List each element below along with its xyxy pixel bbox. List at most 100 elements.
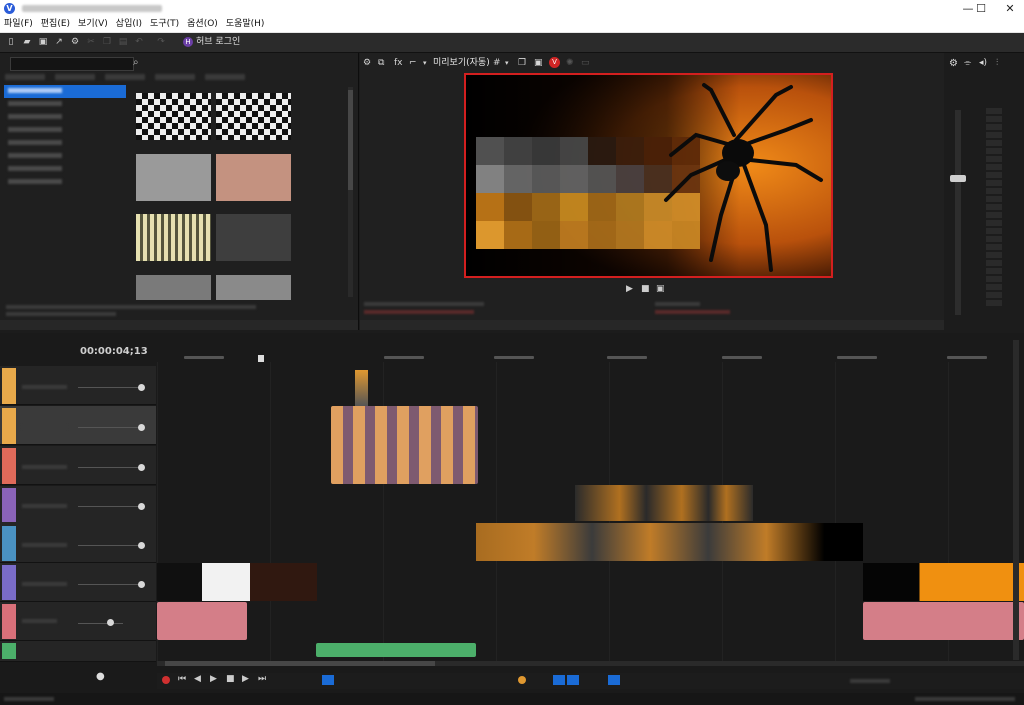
slider-knob[interactable] — [138, 542, 145, 549]
pattern-thumbnail[interactable] — [216, 275, 291, 300]
library-scroll-thumb[interactable] — [348, 90, 353, 190]
speaker-icon[interactable]: ◂) — [979, 58, 987, 68]
timeline-scroll-thumb[interactable] — [165, 661, 435, 666]
menu-view[interactable]: 보기(V) — [74, 17, 112, 32]
library-tabs[interactable] — [5, 73, 355, 83]
timeline-clip[interactable] — [575, 485, 753, 521]
pattern-thumbnail[interactable] — [136, 275, 211, 300]
gear-icon[interactable]: ⚙ — [949, 58, 958, 69]
save-icon[interactable]: ▣ — [38, 36, 48, 48]
timeline-clip[interactable] — [157, 563, 317, 601]
list-item[interactable] — [4, 150, 126, 163]
timeline-clip[interactable] — [863, 602, 1024, 640]
list-item[interactable] — [4, 124, 126, 137]
crop-icon[interactable]: ⌐ — [409, 57, 417, 69]
playhead-marker[interactable] — [258, 355, 264, 362]
sun-icon[interactable]: ✺ — [566, 57, 574, 69]
menu-options[interactable]: 옵션(O) — [183, 17, 222, 32]
export-icon[interactable]: ↗ — [54, 36, 64, 48]
copy-frame-icon[interactable]: ❐ — [518, 57, 526, 69]
cut-icon[interactable]: ✂ — [86, 36, 96, 48]
timeline-clip[interactable] — [316, 643, 476, 657]
close-button[interactable]: ✕ — [996, 0, 1024, 17]
menu-file[interactable]: 파일(F) — [0, 17, 37, 32]
chevron-down-icon[interactable]: ▾ — [505, 57, 509, 69]
zoom-icon[interactable]: ● — [96, 671, 105, 682]
rewind-icon[interactable]: ⏮ — [178, 674, 186, 684]
new-file-icon[interactable]: ▯ — [6, 36, 16, 48]
gear-icon[interactable]: ⚙ — [363, 57, 371, 69]
pattern-thumbnail[interactable] — [136, 154, 211, 201]
menu-tools[interactable]: 도구(T) — [146, 17, 183, 32]
timeline-ruler[interactable] — [157, 350, 1024, 360]
redo-icon[interactable]: ↷ — [156, 36, 166, 48]
record-icon[interactable]: V — [549, 57, 560, 68]
open-folder-icon[interactable]: ▰ — [22, 36, 32, 48]
track-opacity-slider[interactable] — [78, 506, 143, 507]
chevron-down-icon[interactable]: ▾ — [423, 57, 427, 69]
track-opacity-slider[interactable] — [78, 545, 143, 546]
mode-button[interactable] — [322, 675, 334, 685]
timeline-clip[interactable] — [476, 523, 863, 561]
track-opacity-slider[interactable] — [78, 467, 143, 468]
snapshot-small-icon[interactable]: ▣ — [656, 284, 665, 294]
settings-icon[interactable]: ⚙ — [70, 36, 80, 48]
fast-forward-icon[interactable]: ⏭ — [258, 674, 266, 684]
mode-button[interactable] — [567, 675, 579, 685]
slider-knob[interactable] — [138, 503, 145, 510]
list-item[interactable] — [4, 137, 126, 150]
pattern-thumbnail[interactable] — [216, 214, 291, 261]
library-bottom-tabs[interactable] — [0, 320, 358, 330]
list-item[interactable] — [4, 111, 126, 124]
copy-icon[interactable]: ❐ — [102, 36, 112, 48]
slider-knob[interactable] — [138, 464, 145, 471]
list-item[interactable] — [4, 176, 126, 189]
grid-icon[interactable]: # — [493, 57, 501, 69]
paste-icon[interactable]: ▤ — [118, 36, 128, 48]
marker-icon[interactable] — [518, 676, 526, 684]
search-input[interactable] — [10, 57, 134, 71]
track-header[interactable] — [0, 641, 156, 662]
search-icon[interactable]: ⌕ — [133, 57, 139, 68]
monitor-icon[interactable]: ▭ — [581, 57, 590, 69]
menu-help[interactable]: 도움말(H) — [222, 17, 269, 32]
preview-mode-dropdown[interactable]: 미리보기(자동) — [433, 57, 490, 69]
step-forward-icon[interactable]: ▶ — [242, 674, 249, 684]
mode-button[interactable] — [553, 675, 565, 685]
preview-video[interactable] — [464, 73, 833, 278]
menu-edit[interactable]: 편집(E) — [37, 17, 74, 32]
volume-fader[interactable] — [950, 175, 966, 182]
hub-login-link[interactable]: 허브 로그인 — [196, 36, 240, 48]
timeline-vscrollbar[interactable] — [1013, 340, 1019, 660]
pattern-thumbnail[interactable] — [216, 154, 291, 201]
pattern-thumbnail[interactable] — [216, 93, 291, 140]
stop-icon[interactable]: ■ — [641, 284, 650, 294]
slider-knob[interactable] — [138, 581, 145, 588]
pattern-thumbnail[interactable] — [136, 93, 211, 140]
timeline-clip[interactable] — [331, 406, 478, 484]
slider-knob[interactable] — [107, 619, 114, 626]
volume-track[interactable] — [955, 110, 961, 315]
maximize-button[interactable]: ☐ — [967, 0, 995, 17]
stop-icon[interactable]: ■ — [226, 674, 235, 684]
play-icon[interactable]: ▶ — [210, 674, 217, 684]
list-item[interactable] — [4, 98, 126, 111]
track-opacity-slider[interactable] — [78, 584, 143, 585]
timeline-clip[interactable] — [157, 602, 247, 640]
fx-icon[interactable]: fx — [394, 57, 403, 69]
play-icon[interactable]: ▶ — [626, 284, 633, 294]
list-item[interactable] — [4, 85, 126, 98]
pattern-thumbnail[interactable] — [136, 214, 211, 261]
step-back-icon[interactable]: ◀ — [194, 674, 201, 684]
slider-knob[interactable] — [138, 424, 145, 431]
mixer-icon[interactable]: ⌯ — [964, 58, 971, 68]
timeline-clip[interactable] — [863, 563, 1024, 601]
undo-icon[interactable]: ↶ — [134, 36, 144, 48]
track-opacity-slider[interactable] — [78, 427, 143, 428]
hub-badge-icon[interactable]: H — [183, 37, 193, 47]
track-opacity-slider[interactable] — [78, 387, 143, 388]
record-icon[interactable] — [162, 676, 170, 684]
track-volume-slider[interactable] — [78, 623, 123, 624]
slider-knob[interactable] — [138, 384, 145, 391]
mode-button[interactable] — [608, 675, 620, 685]
